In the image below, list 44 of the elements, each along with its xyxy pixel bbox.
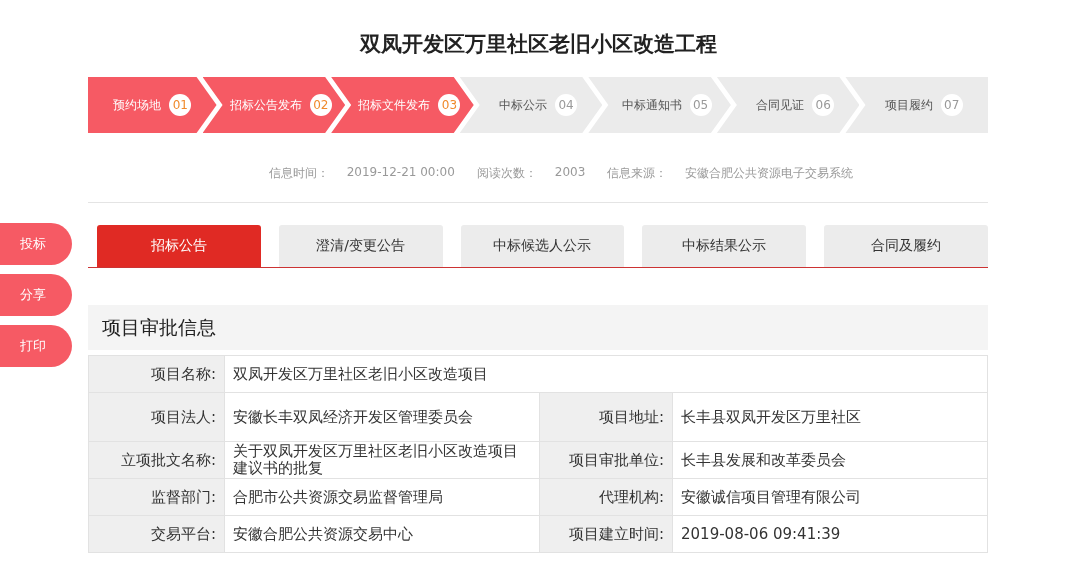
field-label: 立项批文名称:: [88, 441, 225, 479]
field-label: 项目地址:: [539, 392, 673, 442]
step-number: 07: [940, 94, 963, 116]
progress-step: 合同见证 06: [716, 77, 860, 133]
meta-label: 信息时间：: [268, 165, 329, 182]
progress-step: 中标通知书 05: [588, 77, 731, 133]
step-number: 06: [812, 94, 835, 116]
progress-step: 招标文件发布 03: [331, 77, 474, 133]
field-label: 代理机构:: [539, 478, 673, 516]
meta-value: 2019-12-21 00:00: [346, 165, 455, 181]
tab[interactable]: 中标候选人公示: [460, 225, 625, 267]
meta-value: 2003: [554, 165, 586, 181]
field-value: 2019-08-06 09:41:39: [672, 515, 988, 553]
section-title: 项目审批信息: [102, 314, 216, 340]
tab[interactable]: 招标公告: [97, 225, 261, 267]
tab[interactable]: 中标结果公示: [642, 225, 807, 267]
field-value: 安徽长丰双凤经济开发区管理委员会: [224, 392, 540, 442]
field-label: 项目名称:: [88, 355, 225, 393]
step-number: 02: [309, 94, 332, 116]
step-number: 05: [689, 94, 712, 116]
field-value: 双凤开发区万里社区老旧小区改造项目: [224, 355, 988, 393]
meta-label: 信息来源：: [607, 165, 668, 182]
field-value: 长丰县双凤开发区万里社区: [672, 392, 988, 442]
field-label: 项目建立时间:: [539, 515, 673, 553]
progress-step: 中标公示 04: [459, 77, 603, 133]
tab[interactable]: 澄清/变更公告: [278, 225, 443, 267]
field-value: 安徽诚信项目管理有限公司: [672, 478, 988, 516]
step-number: 04: [555, 94, 577, 116]
progress-step: 招标公告发布 02: [202, 77, 346, 133]
meta-value: 安徽合肥公共资源电子交易系统: [685, 165, 854, 182]
tab[interactable]: 合同及履约: [824, 225, 988, 267]
page-title: 双凤开发区万里社区老旧小区改造工程: [358, 31, 718, 58]
field-value: 合肥市公共资源交易监督管理局: [224, 478, 540, 516]
step-number: 01: [169, 94, 192, 116]
field-label: 监督部门:: [88, 478, 225, 516]
field-label: 项目法人:: [88, 392, 225, 442]
progress-step: 项目履约 07: [845, 77, 988, 133]
step-number: 03: [438, 94, 461, 116]
meta-label: 阅读次数：: [476, 165, 537, 182]
field-label: 项目审批单位:: [539, 441, 673, 479]
field-label: 交易平台:: [88, 515, 225, 553]
field-value: 关于双凤开发区万里社区老旧小区改造项目建议书的批复: [224, 441, 540, 479]
field-value: 安徽合肥公共资源交易中心: [224, 515, 540, 553]
field-value: 长丰县发展和改革委员会: [672, 441, 988, 479]
